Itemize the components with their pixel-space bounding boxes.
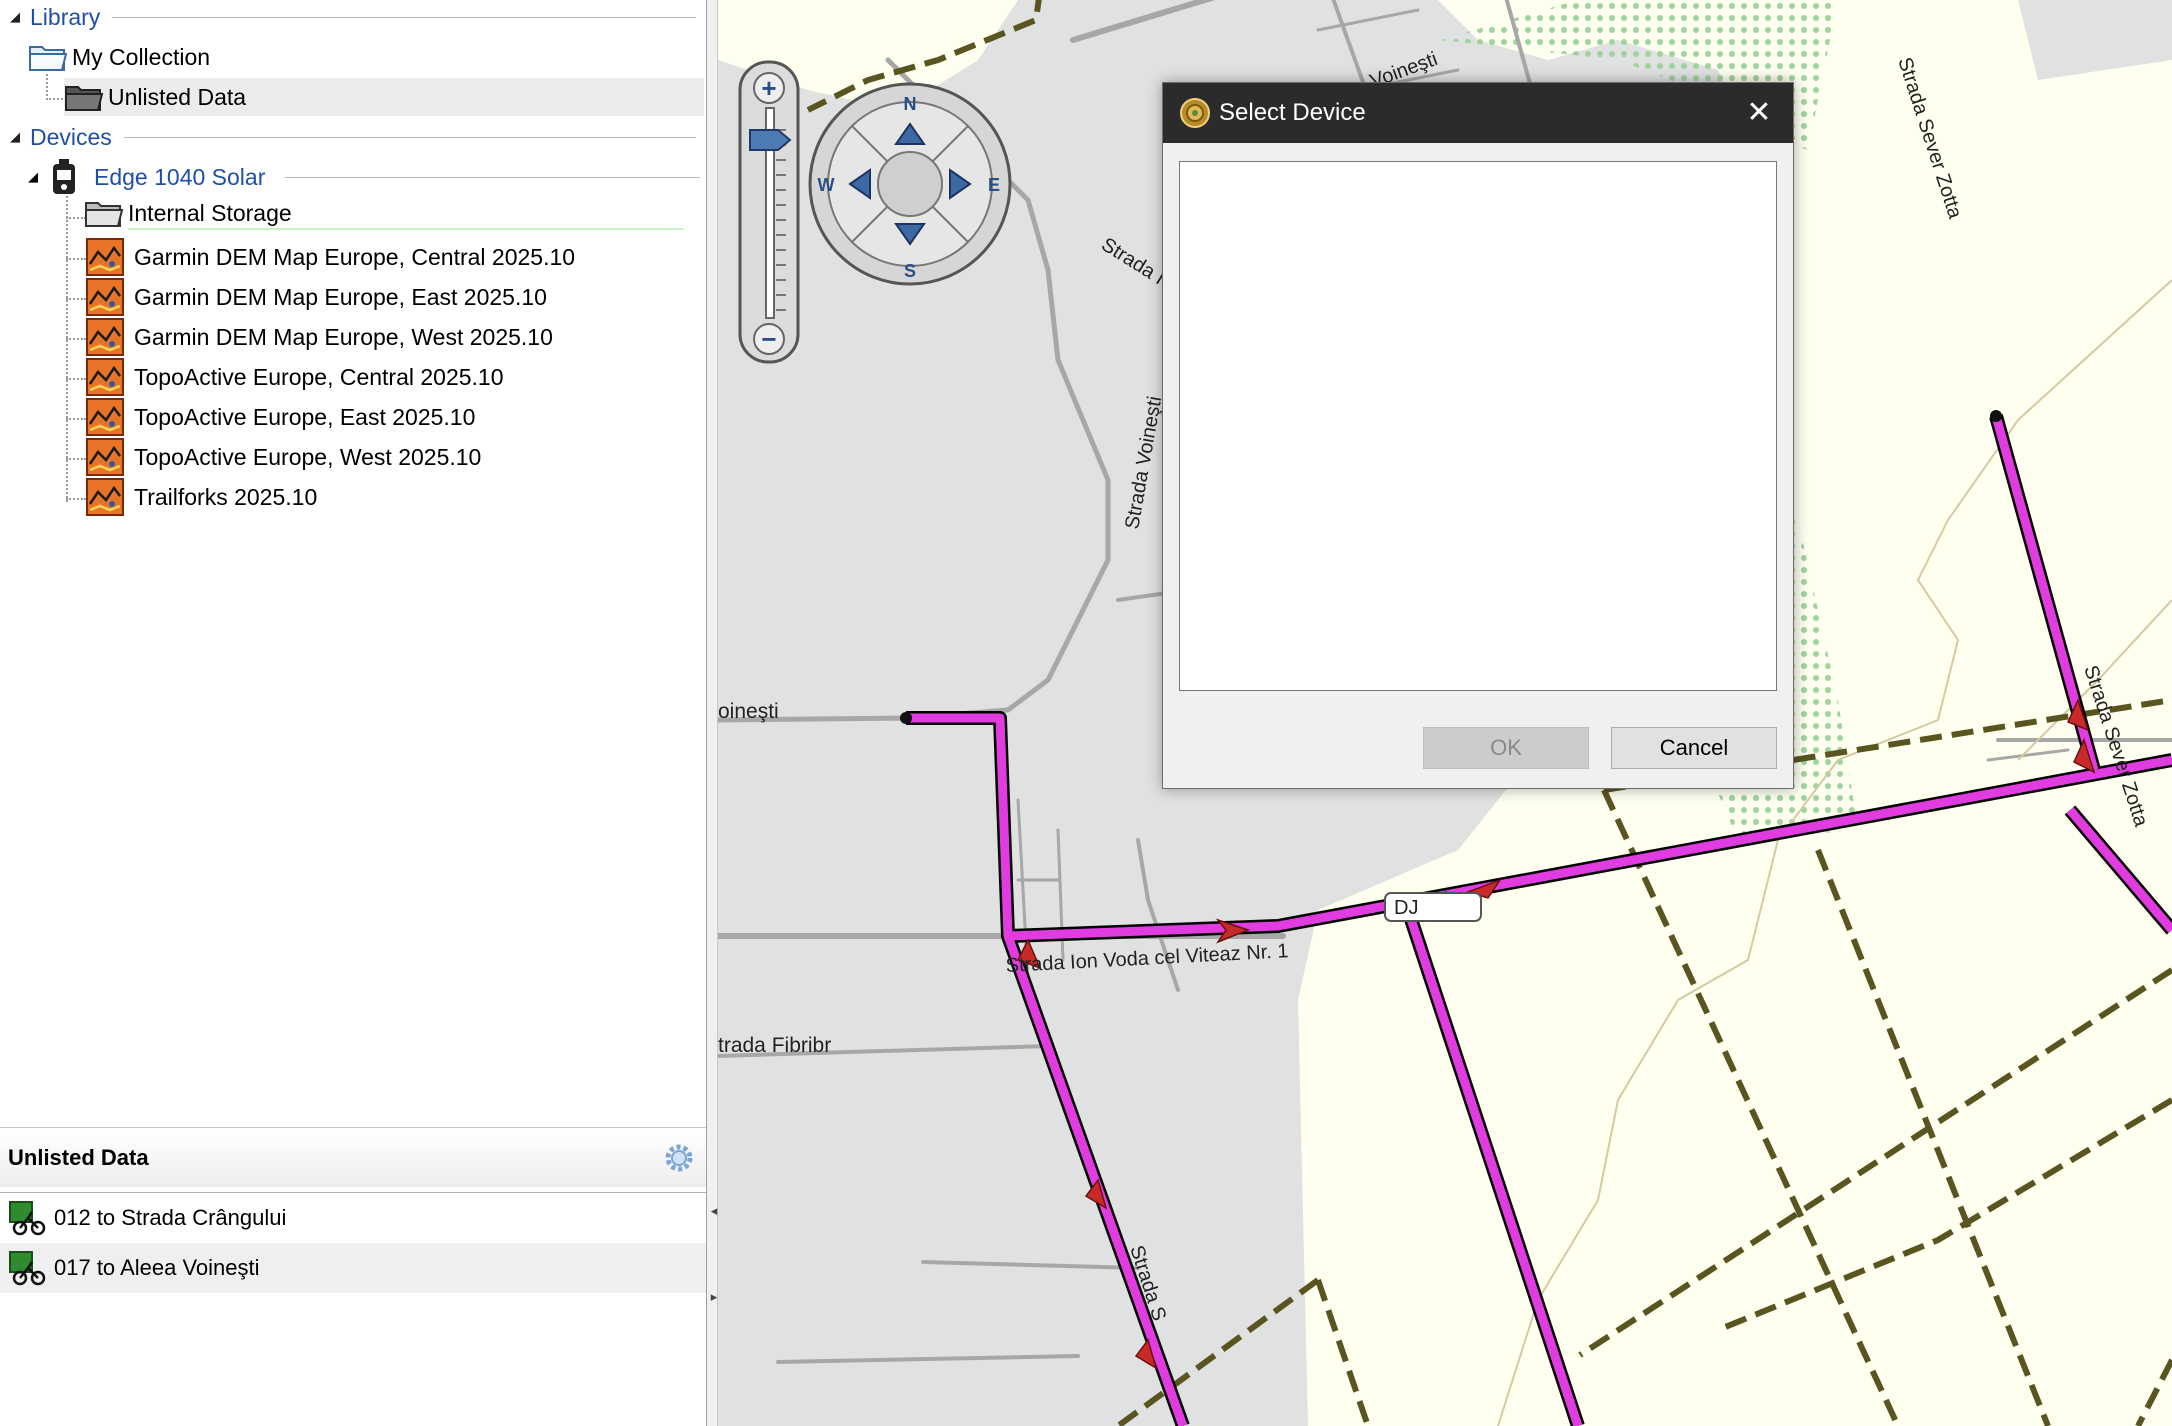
street-label: oineşti	[718, 700, 779, 723]
tree-connector	[66, 458, 86, 460]
tree-item-map-product[interactable]: Garmin DEM Map Europe, West 2025.10	[86, 318, 553, 356]
tree-item-label: Unlisted Data	[108, 83, 247, 110]
bike-course-icon	[9, 1201, 46, 1236]
tree-connector	[66, 258, 86, 260]
tree-item-label: Garmin DEM Map Europe, West 2025.10	[134, 323, 553, 350]
compass-west-label: W	[818, 175, 835, 195]
compass-east-label: E	[988, 175, 1000, 195]
tree-connector	[66, 338, 86, 340]
map-product-icon	[86, 438, 124, 476]
dialog-titlebar[interactable]: Select Device ✕	[1163, 83, 1793, 143]
devices-header-label: Devices	[30, 123, 112, 150]
pan-compass-control[interactable]: N S W E	[808, 82, 1012, 286]
section-divider	[123, 136, 696, 138]
drop-indicator	[128, 228, 684, 230]
tree-item-label: TopoActive Europe, West 2025.10	[134, 443, 482, 470]
unlisted-data-list: 012 to Strada Crângului 017 to Aleea Voi…	[0, 1192, 706, 1426]
list-item[interactable]: 017 to Aleea Voineşti	[0, 1243, 706, 1293]
map-product-icon	[86, 318, 124, 356]
tree-connector	[66, 378, 86, 380]
compass-north-label: N	[904, 94, 917, 114]
library-header-label: Library	[30, 3, 101, 30]
tree-connector	[66, 196, 68, 502]
tree-item-map-product[interactable]: TopoActive Europe, West 2025.10	[86, 438, 481, 476]
collapse-triangle-icon[interactable]: ◢	[28, 169, 38, 185]
ok-button[interactable]: OK	[1423, 727, 1589, 769]
gps-device-icon	[53, 159, 75, 194]
tree-connector	[46, 98, 66, 100]
tree-connector	[46, 74, 48, 100]
list-item[interactable]: 012 to Strada Crângului	[0, 1193, 706, 1243]
panel-title: Unlisted Data	[8, 1144, 149, 1170]
list-item-label: 017 to Aleea Voineşti	[54, 1255, 260, 1280]
tree-connector	[66, 298, 86, 300]
open-folder-icon	[29, 46, 68, 71]
section-divider	[112, 16, 696, 18]
tree-item-unlisted-data[interactable]: Unlisted Data	[64, 78, 704, 116]
section-divider	[285, 176, 700, 178]
map-product-icon	[86, 358, 124, 396]
select-device-dialog: Select Device ✕ OK Cancel	[1162, 82, 1794, 789]
tree-item-label: TopoActive Europe, Central 2025.10	[134, 363, 504, 390]
street-label: trada Fibribr	[718, 1034, 831, 1057]
zoom-in-glyph: +	[761, 73, 776, 103]
sidebar: ◢ Library My Collection Unlisted Data ◢ …	[0, 0, 706, 1426]
tree-item-label: My Collection	[72, 43, 211, 70]
panel-header: Unlisted Data	[0, 1127, 706, 1187]
compass-south-label: S	[904, 261, 916, 281]
devices-section-header[interactable]: ◢ Devices	[0, 122, 700, 152]
collapse-triangle-icon[interactable]: ◢	[10, 10, 22, 23]
tree-item-label: Trailforks 2025.10	[134, 483, 318, 510]
app-logo-icon	[1180, 98, 1210, 128]
tree-item-map-product[interactable]: TopoActive Europe, East 2025.10	[86, 398, 475, 436]
tree-item-map-product[interactable]: Trailforks 2025.10	[86, 478, 317, 516]
close-icon[interactable]: ✕	[1739, 93, 1779, 133]
route-point[interactable]	[1990, 410, 2002, 422]
road-badge-label: DJ	[1394, 897, 1418, 919]
tree-connector	[66, 217, 86, 219]
tree-item-my-collection[interactable]: My Collection	[28, 38, 210, 76]
library-section-header[interactable]: ◢ Library	[0, 2, 700, 32]
map-product-icon	[86, 238, 124, 276]
folder-icon	[85, 202, 124, 227]
tree-item-label: Garmin DEM Map Europe, Central 2025.10	[134, 243, 576, 270]
tree-item-device[interactable]: ◢ Edge 1040 Solar	[28, 158, 704, 196]
collapse-triangle-icon[interactable]: ◢	[10, 130, 22, 143]
tree-connector	[66, 498, 86, 500]
tree-item-map-product[interactable]: Garmin DEM Map Europe, Central 2025.10	[86, 238, 575, 276]
tree-item-label: Internal Storage	[128, 199, 292, 226]
tree-item-map-product[interactable]: Garmin DEM Map Europe, East 2025.10	[86, 278, 547, 316]
zoom-out-glyph: −	[761, 324, 776, 354]
map-product-icon	[86, 398, 124, 436]
tree-item-label: Garmin DEM Map Europe, East 2025.10	[134, 283, 547, 310]
dialog-title: Select Device	[1219, 99, 1366, 126]
tree-item-map-product[interactable]: TopoActive Europe, Central 2025.10	[86, 358, 504, 396]
device-listbox[interactable]	[1179, 161, 1777, 691]
bike-course-icon	[9, 1251, 46, 1286]
map-product-icon	[86, 478, 124, 516]
map-product-icon	[86, 278, 124, 316]
zoom-control[interactable]: + −	[738, 60, 800, 364]
dark-folder-icon	[65, 86, 104, 111]
tree-item-label: TopoActive Europe, East 2025.10	[134, 403, 476, 430]
gear-icon[interactable]	[662, 1141, 696, 1175]
cancel-button[interactable]: Cancel	[1611, 727, 1777, 769]
device-name-label: Edge 1040 Solar	[94, 163, 266, 190]
tree-item-internal-storage[interactable]: Internal Storage	[84, 194, 292, 232]
tree-connector	[66, 418, 86, 420]
route-start-point[interactable]	[900, 712, 912, 724]
list-item-label: 012 to Strada Crângului	[54, 1205, 287, 1230]
